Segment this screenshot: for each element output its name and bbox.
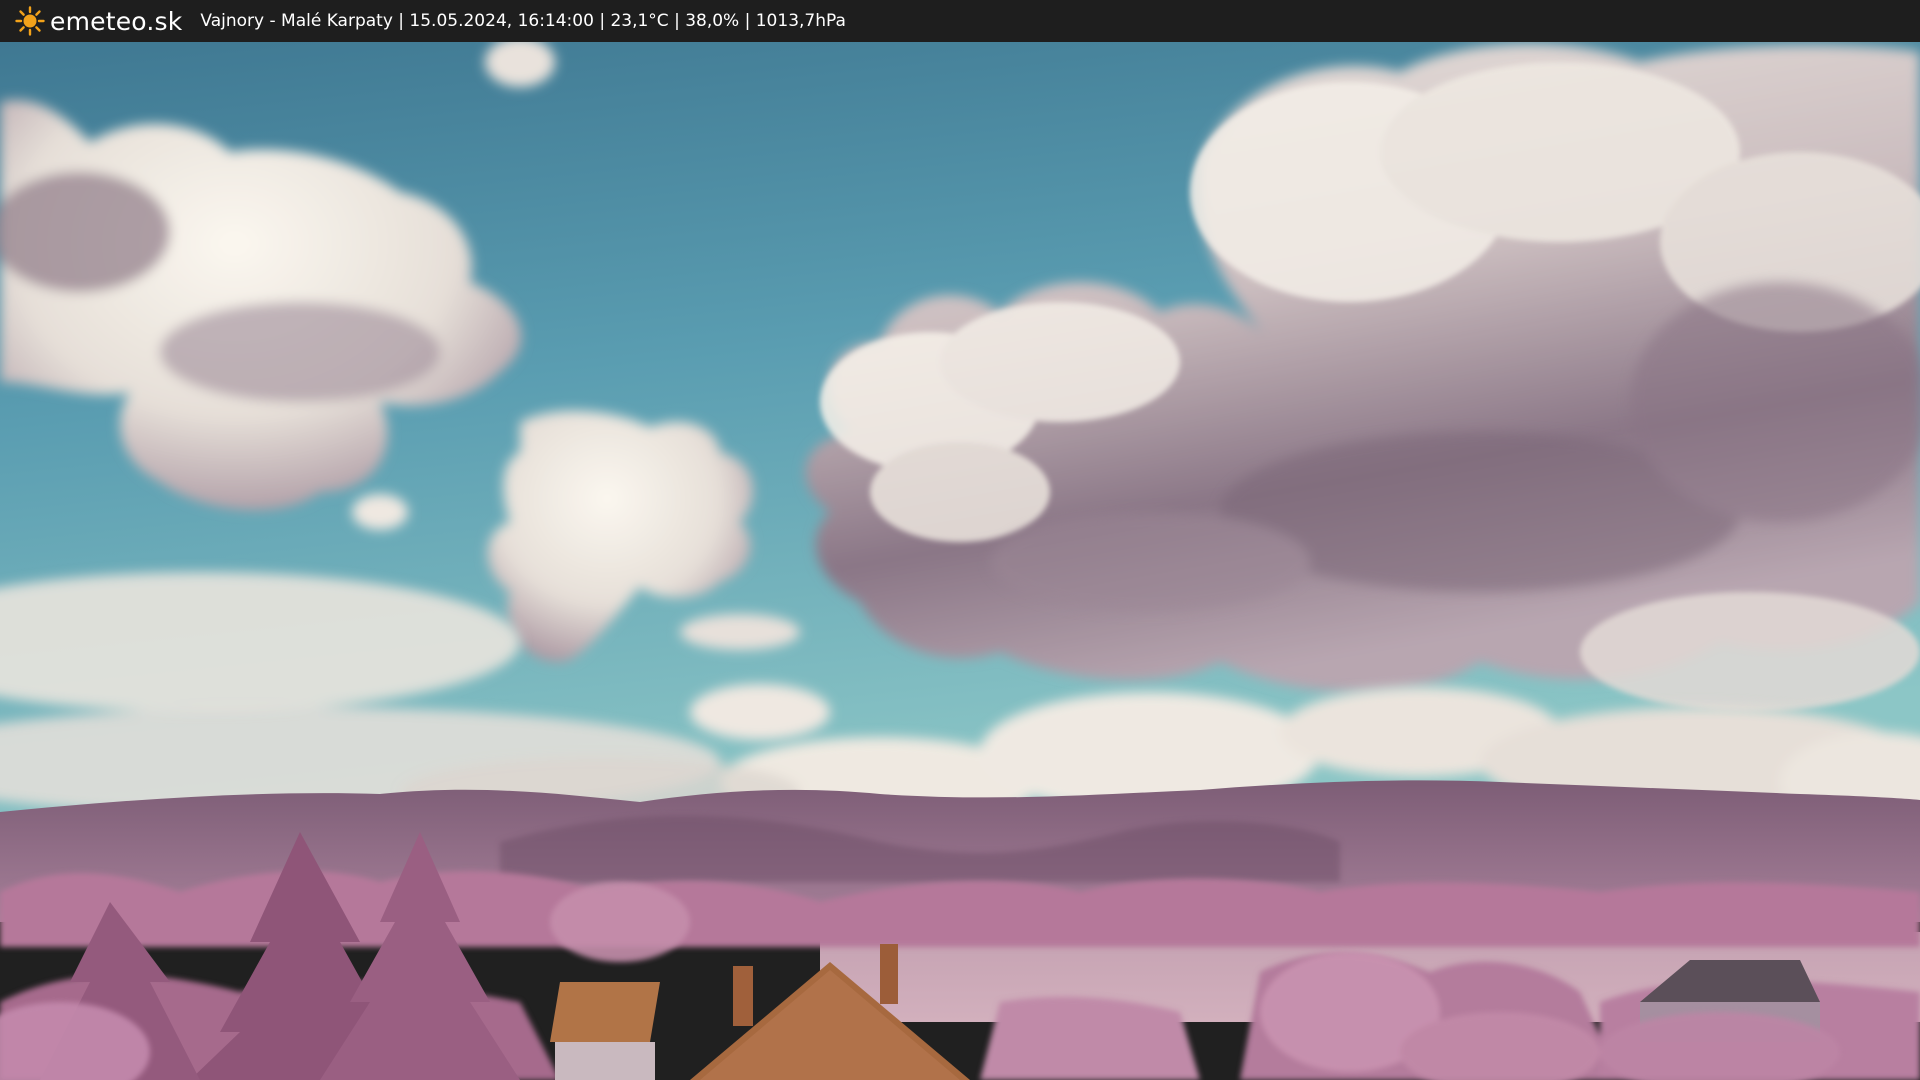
brand-name[interactable]: emeteo.sk <box>50 7 182 36</box>
top-bar: emeteo.sk Vajnory - Malé Karpaty | 15.05… <box>0 0 1920 42</box>
webcam-image <box>0 42 1920 1080</box>
house-roof-left <box>550 982 660 1080</box>
sun-icon <box>14 5 46 37</box>
webcam-caption: Vajnory - Malé Karpaty | 15.05.2024, 16:… <box>200 11 846 31</box>
